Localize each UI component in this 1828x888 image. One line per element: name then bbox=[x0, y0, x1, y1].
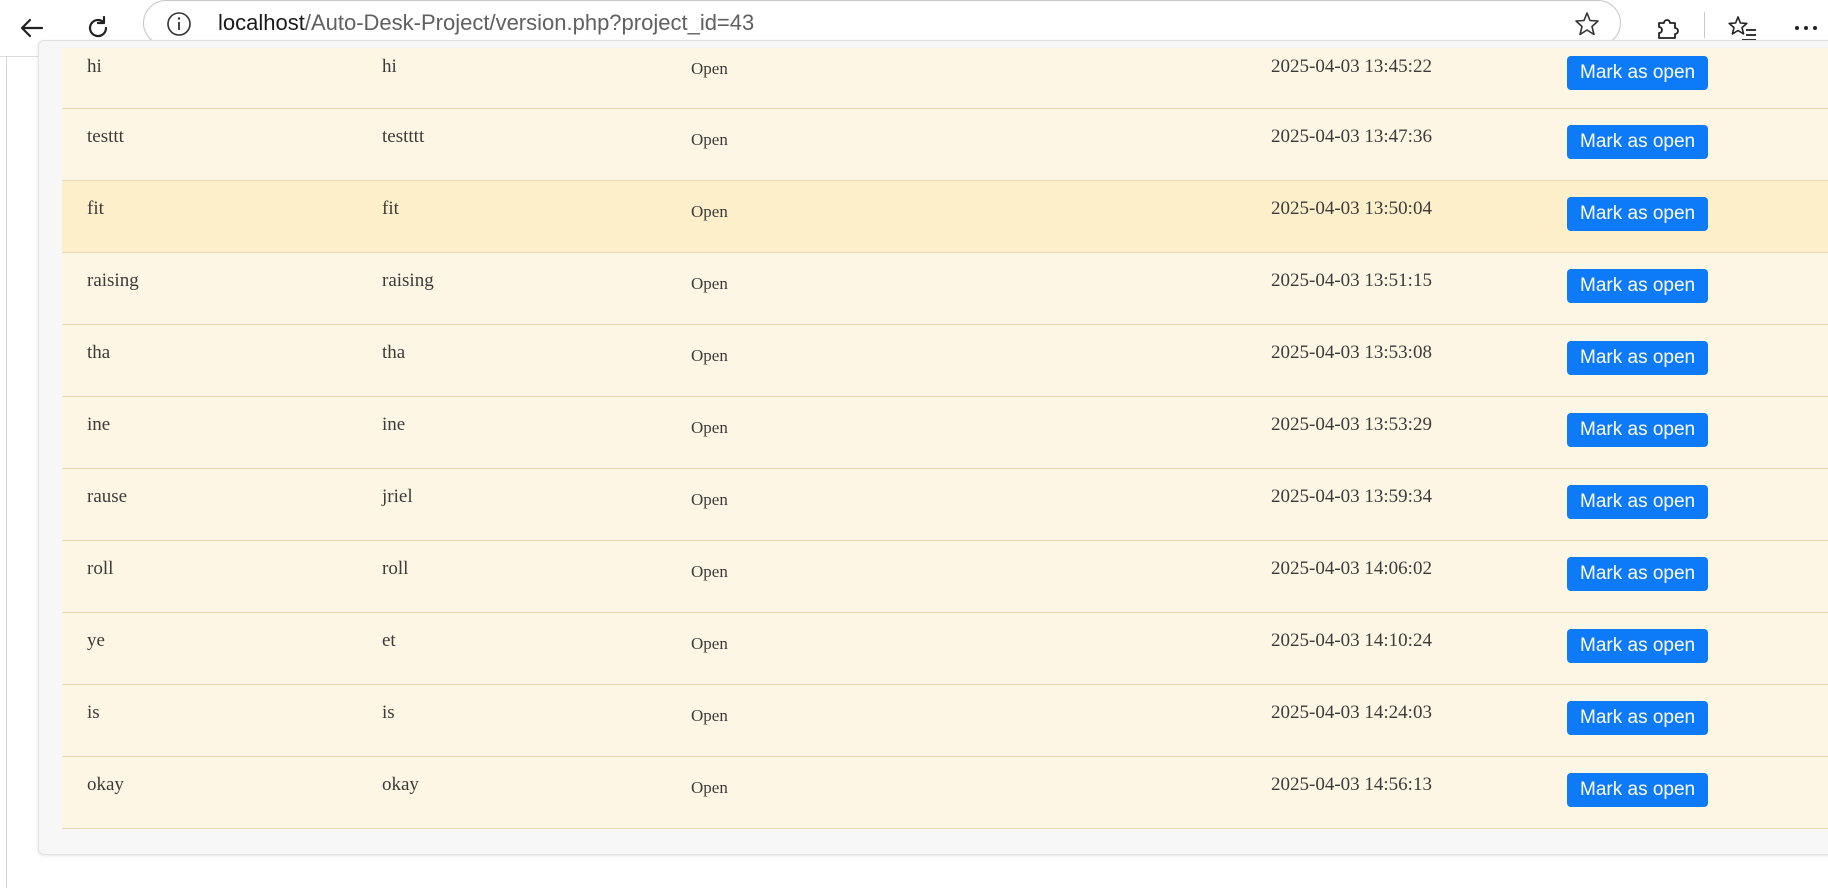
row-name: fit bbox=[87, 198, 104, 219]
row-name: raising bbox=[87, 270, 139, 291]
puzzle-icon bbox=[1658, 19, 1679, 39]
row-timestamp: 2025-04-03 14:56:13 bbox=[1271, 774, 1432, 795]
row-status: Open bbox=[691, 778, 728, 797]
mark-as-open-button[interactable]: Mark as open bbox=[1567, 125, 1709, 159]
row-status: Open bbox=[691, 418, 728, 437]
row-status: Open bbox=[691, 130, 728, 149]
table-row: ye et Open 2025-04-03 14:10:24 Mark as o… bbox=[62, 613, 1828, 685]
info-icon bbox=[167, 12, 191, 36]
mark-as-open-button[interactable]: Mark as open bbox=[1567, 485, 1709, 519]
row-description: fit bbox=[382, 198, 399, 219]
row-description: et bbox=[382, 630, 396, 651]
table-row: okay okay Open 2025-04-03 14:56:13 Mark … bbox=[62, 757, 1828, 829]
row-timestamp: 2025-04-03 13:45:22 bbox=[1271, 56, 1432, 77]
row-name: is bbox=[87, 702, 100, 723]
row-name: rause bbox=[87, 486, 128, 507]
row-name: ine bbox=[87, 414, 111, 435]
table-row: tha tha Open 2025-04-03 13:53:08 Mark as… bbox=[62, 325, 1828, 397]
row-status: Open bbox=[691, 346, 728, 365]
row-name: hi bbox=[87, 56, 102, 77]
favorites-list-icon bbox=[1728, 16, 1756, 41]
row-timestamp: 2025-04-03 13:59:34 bbox=[1271, 486, 1432, 507]
table-row: ine ine Open 2025-04-03 13:53:29 Mark as… bbox=[62, 397, 1828, 469]
row-description: raising bbox=[382, 270, 434, 291]
row-name: testtt bbox=[87, 126, 124, 147]
reload-icon bbox=[88, 15, 108, 38]
table-row: testtt testttt Open 2025-04-03 13:47:36 … bbox=[62, 109, 1828, 181]
row-timestamp: 2025-04-03 14:24:03 bbox=[1271, 702, 1432, 723]
row-description: is bbox=[382, 702, 395, 723]
row-timestamp: 2025-04-03 13:53:08 bbox=[1271, 342, 1432, 363]
mark-as-open-button[interactable]: Mark as open bbox=[1567, 341, 1709, 375]
row-timestamp: 2025-04-03 14:10:24 bbox=[1271, 630, 1432, 651]
row-name: ye bbox=[87, 630, 105, 651]
row-description: ine bbox=[382, 414, 406, 435]
row-status: Open bbox=[691, 634, 728, 653]
row-description: testttt bbox=[382, 126, 425, 147]
row-status: Open bbox=[691, 274, 728, 293]
row-name: tha bbox=[87, 342, 111, 363]
row-timestamp: 2025-04-03 13:53:29 bbox=[1271, 414, 1432, 435]
add-favorite-button[interactable] bbox=[1572, 9, 1602, 39]
row-status: Open bbox=[691, 490, 728, 509]
row-status: Open bbox=[691, 202, 728, 221]
table-row: roll roll Open 2025-04-03 14:06:02 Mark … bbox=[62, 541, 1828, 613]
mark-as-open-button[interactable]: Mark as open bbox=[1567, 557, 1709, 591]
mark-as-open-button[interactable]: Mark as open bbox=[1567, 629, 1709, 663]
row-timestamp: 2025-04-03 13:50:04 bbox=[1271, 198, 1432, 219]
row-description: jriel bbox=[382, 486, 413, 507]
star-icon bbox=[1575, 12, 1599, 36]
row-description: hi bbox=[382, 56, 397, 77]
url-text: localhost/Auto-Desk-Project/version.php?… bbox=[218, 10, 754, 36]
table-row: rause jriel Open 2025-04-03 13:59:34 Mar… bbox=[62, 469, 1828, 541]
row-timestamp: 2025-04-03 13:47:36 bbox=[1271, 126, 1432, 147]
mark-as-open-button[interactable]: Mark as open bbox=[1567, 413, 1709, 447]
back-arrow-icon bbox=[20, 18, 44, 38]
row-status: Open bbox=[691, 59, 728, 78]
row-timestamp: 2025-04-03 14:06:02 bbox=[1271, 558, 1432, 579]
mark-as-open-button[interactable]: Mark as open bbox=[1567, 269, 1709, 303]
row-status: Open bbox=[691, 706, 728, 725]
table-row-hovered: fit fit Open 2025-04-03 13:50:04 Mark as… bbox=[62, 181, 1828, 253]
site-info-button[interactable] bbox=[164, 9, 194, 39]
row-description: tha bbox=[382, 342, 406, 363]
row-description: okay bbox=[382, 774, 419, 795]
table-row: hi hi Open 2025-04-03 13:45:22 Mark as o… bbox=[62, 48, 1828, 109]
table-row: is is Open 2025-04-03 14:24:03 Mark as o… bbox=[62, 685, 1828, 757]
mark-as-open-button[interactable]: Mark as open bbox=[1567, 773, 1709, 807]
url-path: /Auto-Desk-Project/version.php?project_i… bbox=[304, 10, 755, 35]
row-name: roll bbox=[87, 558, 114, 579]
table-row: raising raising Open 2025-04-03 13:51:15… bbox=[62, 253, 1828, 325]
row-status: Open bbox=[691, 562, 728, 581]
versions-table-body: hi hi Open 2025-04-03 13:45:22 Mark as o… bbox=[62, 48, 1828, 829]
url-host: localhost bbox=[218, 10, 305, 35]
toolbar-divider bbox=[1704, 12, 1705, 38]
more-dots-icon bbox=[1795, 26, 1817, 30]
page-left-border bbox=[6, 56, 7, 888]
mark-as-open-button[interactable]: Mark as open bbox=[1567, 701, 1709, 735]
row-description: roll bbox=[382, 558, 409, 579]
row-timestamp: 2025-04-03 13:51:15 bbox=[1271, 270, 1432, 291]
mark-as-open-button[interactable]: Mark as open bbox=[1567, 56, 1709, 90]
mark-as-open-button[interactable]: Mark as open bbox=[1567, 197, 1709, 231]
row-name: okay bbox=[87, 774, 124, 795]
